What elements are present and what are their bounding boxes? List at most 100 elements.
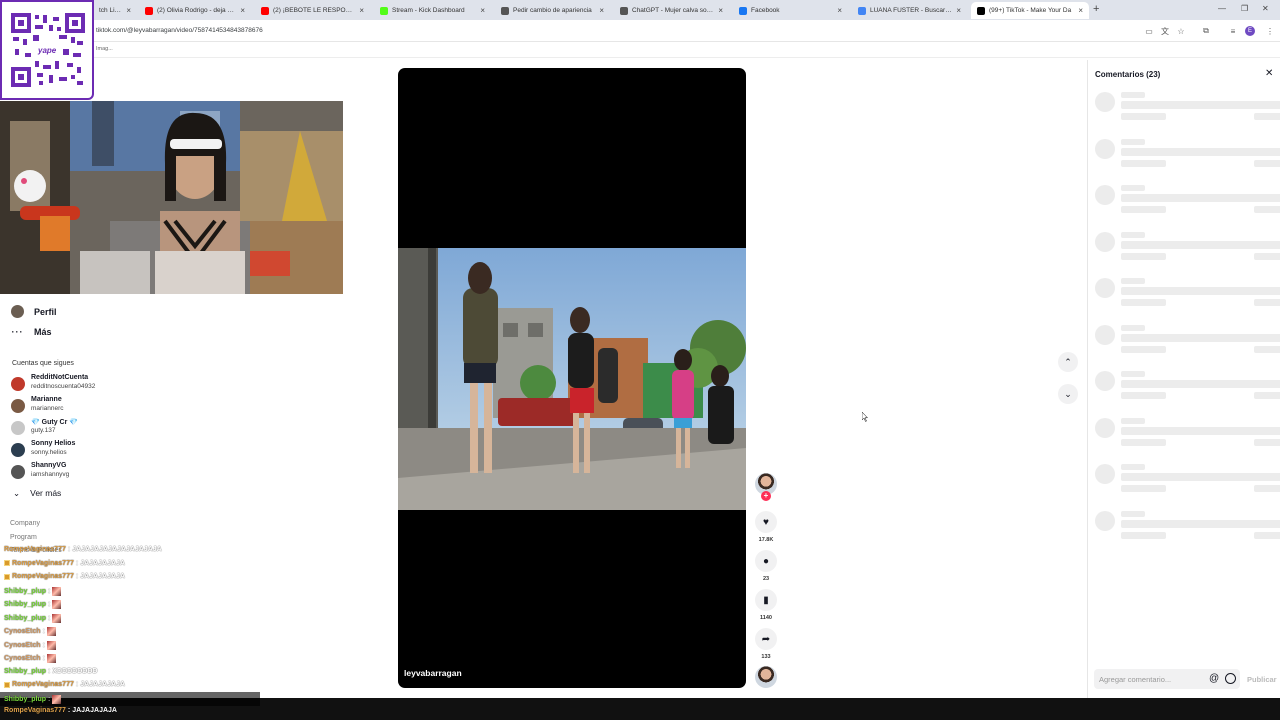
browser-tab-strip: tch Live -×(2) Olivia Rodrigo - deja vu … [0,0,1280,20]
chat-separator: : [42,628,45,635]
skeleton-line [1121,345,1166,353]
account-avatar [11,421,25,435]
emote-icon [46,654,56,663]
skeleton-line [1121,185,1145,191]
chat-message: Shibby_plup: [4,600,62,609]
skeleton-line [1121,324,1145,331]
emote-icon [52,613,62,623]
footer-link-company[interactable]: Company [10,520,40,527]
browser-tab[interactable]: tch Live - × [93,2,137,19]
more-dots-icon: ··· [11,327,24,337]
browser-tab[interactable]: (2) Olivia Rodrigo - deja vu (Offi × [139,2,251,19]
bookmarks-bar: Imag... [0,42,1280,58]
chat-separator: : [67,707,71,714]
tab-close-icon[interactable]: × [480,6,485,15]
tab-close-icon[interactable]: × [126,6,131,15]
bookmark-item[interactable]: Imag... [96,46,113,52]
skeleton-line [1254,159,1280,167]
skeleton-line [1121,138,1145,145]
nav-item-profile[interactable]: Perfil [11,305,57,318]
bookmark-icon[interactable]: ▮ [755,589,777,611]
like-count: 17.8K [758,537,774,543]
chat-separator: : [48,695,51,703]
install-icon[interactable]: ▭ [1144,26,1154,36]
browser-tab[interactable]: Pedir cambio de apariencia × [495,2,610,19]
chat-separator: : [75,681,79,688]
media-icon[interactable]: ≡ [1228,26,1238,36]
chat-separator: : [48,601,51,608]
mention-icon[interactable]: @ [1209,673,1219,684]
browser-tab[interactable]: Facebook × [733,2,848,19]
followed-account[interactable]: RedditNotCuenta redditnoscuenta04932 [11,374,211,394]
followed-account[interactable]: Marianne mariannerc [11,396,211,416]
browser-tab[interactable]: Stream - Kick Dashboard × [374,2,491,19]
skeleton-line [1121,231,1145,238]
chat-message: RompeVaginas777: JAJAJAJAJA [4,573,125,580]
footer-link-program[interactable]: Program [10,534,37,541]
followed-account[interactable]: ShannyVG iamshannyvg [11,462,211,482]
close-icon[interactable]: ✕ [1265,68,1273,79]
comment-skeleton [1095,92,1280,132]
skeleton-line [1121,485,1166,492]
restore-icon[interactable]: ❐ [1241,4,1248,13]
sound-avatar[interactable] [755,666,777,688]
comment-skeleton [1095,371,1280,411]
share-arrow-icon[interactable]: ➦ [755,628,777,650]
qr-label: yape [36,46,59,55]
skeleton-avatar [1095,417,1115,438]
minimize-icon[interactable]: — [1218,4,1226,13]
tab-close-icon[interactable]: × [240,6,245,15]
heart-icon[interactable]: ♥ [755,511,777,533]
tab-close-icon[interactable]: × [599,6,604,15]
bookmark-star-icon[interactable]: ☆ [1176,26,1186,36]
tab-favicon-icon [977,6,985,15]
skeleton-line [1121,417,1145,424]
video-player[interactable]: leyvabarragan [398,68,746,688]
chat-separator: : [42,641,45,649]
browser-tab[interactable]: (2) ¡BEBOTE LE RESPONDE DE × [255,2,370,19]
close-window-icon[interactable]: ✕ [1262,4,1269,13]
tab-close-icon[interactable]: × [1078,6,1083,15]
skeleton-avatar [1095,92,1115,112]
browser-tab[interactable]: (99+) TikTok - Make Your Da × [971,2,1089,19]
follow-plus-icon[interactable]: + [761,491,771,501]
skeleton-avatar [1095,464,1115,484]
url-field[interactable]: tiktok.com/@leyvabarragan/video/75874145… [96,27,263,34]
translate-icon[interactable]: 文 [1160,26,1170,36]
tab-close-icon[interactable]: × [359,6,364,15]
account-name: Marianne [31,396,62,403]
see-more-button[interactable]: ⌄ Ver más [13,488,61,499]
see-more-label: Ver más [30,488,62,498]
skeleton-line [1254,531,1280,539]
followed-account[interactable]: 💎 Guty Cr 💎 guty.137 [11,418,211,438]
post-comment-button[interactable]: Publicar [1247,675,1277,684]
account-handle: guty.137 [31,427,56,434]
previous-video-button[interactable]: ⌃ [1058,352,1078,372]
extensions-icon[interactable]: ⧉ [1201,26,1211,36]
skeleton-line [1121,101,1280,109]
emoji-icon[interactable] [1225,673,1236,684]
profile-avatar[interactable]: E [1245,26,1255,36]
tab-close-icon[interactable]: × [837,6,842,15]
nav-item-more[interactable]: ··· Más [11,327,52,337]
comment-skeleton [1095,138,1280,179]
tab-close-icon[interactable]: × [956,6,961,15]
next-video-button[interactable]: ⌄ [1058,384,1078,404]
comment-bubble-icon[interactable]: ● [755,550,777,572]
chat-username: Shibby_plup [4,695,46,703]
chat-username: Shibby_plup [4,587,46,595]
tab-close-icon[interactable]: × [718,6,723,15]
followed-account[interactable]: Sonny Helios sonny.helios [11,440,211,460]
new-tab-button[interactable]: + [1093,3,1099,15]
skeleton-line [1121,278,1145,284]
mouse-cursor-icon [862,412,868,422]
browser-tab[interactable]: ChatGPT - Mujer calva sonriente × [614,2,729,19]
skeleton-line [1121,464,1145,470]
chat-username: RompeVaginas777 [12,681,74,688]
browser-tab[interactable]: LUANA FUSTER - Buscar con Go × [852,2,967,19]
chat-message: CynosEtch: [4,640,56,650]
skeleton-avatar [1095,278,1115,298]
video-author[interactable]: leyvabarragan [404,668,462,678]
menu-icon[interactable]: ⋮ [1265,26,1275,36]
qr-code-overlay: yape [0,0,94,100]
